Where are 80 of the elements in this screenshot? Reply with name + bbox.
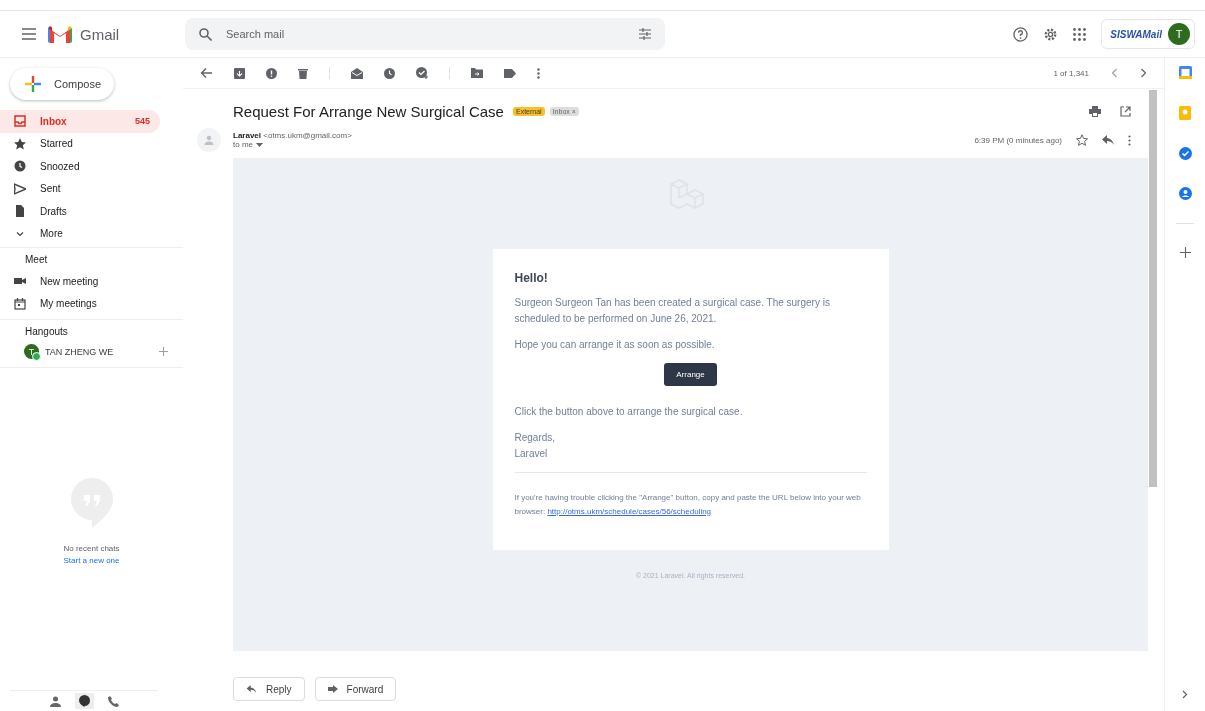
email-paragraph: Hope you can arrange it as soon as possible.	[514, 338, 716, 352]
search-icon	[199, 27, 212, 41]
sender-email: <otms.ukm@gmail.com>	[263, 131, 352, 140]
calendar-icon[interactable]	[1178, 66, 1192, 79]
phone-icon[interactable]	[107, 695, 119, 707]
apps-grid-icon[interactable]	[1073, 27, 1087, 41]
filter-icon[interactable]	[639, 28, 651, 40]
plus-icon	[24, 75, 42, 93]
nav-item[interactable]: My meetings	[0, 292, 160, 315]
reply-icon[interactable]	[1102, 135, 1114, 145]
signature-line: Regards,	[514, 431, 557, 445]
section-title: Meet	[24, 254, 49, 267]
move-to-folder-icon[interactable]	[471, 68, 483, 78]
nav-item[interactable]: New meeting	[0, 270, 160, 293]
timestamp: 6:39 PM (0 minutes ago)	[974, 135, 1062, 145]
reply-button[interactable]: Reply	[233, 677, 305, 701]
contact-avatar[interactable]: T	[24, 344, 39, 359]
delete-icon[interactable]	[298, 67, 308, 79]
nav-item[interactable]: Inbox 545	[0, 110, 160, 133]
person-icon[interactable]	[49, 695, 61, 707]
document-icon	[14, 205, 26, 218]
contact-name[interactable]: TAN ZHENG WE	[45, 346, 153, 357]
clock-icon[interactable]	[384, 67, 395, 79]
search-field[interactable]: Search mail	[185, 18, 665, 50]
reply-icon	[246, 685, 257, 693]
add-icon[interactable]	[1179, 247, 1191, 258]
send-icon	[14, 182, 26, 195]
person-icon[interactable]	[1178, 187, 1192, 200]
nav-item[interactable]: More	[0, 222, 160, 245]
forward-button[interactable]: Forward	[314, 677, 397, 701]
scrollbar[interactable]	[1149, 90, 1157, 487]
chevron-right-icon[interactable]	[1140, 68, 1147, 78]
start-chat-link[interactable]: Start a new one	[63, 556, 120, 565]
print-icon[interactable]	[1089, 106, 1101, 117]
envelope-icon[interactable]	[351, 67, 363, 79]
back-arrow-icon[interactable]	[200, 67, 212, 79]
email-subject: Request For Arrange New Surgical Case	[233, 103, 504, 120]
nav-item[interactable]: Drafts	[0, 200, 160, 223]
compose-button[interactable]: Compose	[10, 68, 114, 100]
more-options-icon[interactable]	[537, 67, 540, 79]
report-spam-icon[interactable]	[266, 67, 277, 79]
more-options-icon[interactable]	[1128, 134, 1131, 146]
star-icon[interactable]	[1076, 134, 1088, 146]
chevron-right-icon[interactable]	[1182, 690, 1188, 699]
nav-item[interactable]: Starred	[0, 132, 160, 155]
scheduling-link[interactable]: http://otms.ukm/schedule/cases/56/scheduling	[547, 506, 712, 516]
checkmark-icon[interactable]	[1178, 147, 1192, 160]
inbox-icon	[14, 115, 26, 128]
help-note: If you're having trouble clicking the "Arrange" button, copy and paste the URL below into your web browser: http://otms.ukm/schedule/cases/56/scheduling	[514, 492, 862, 518]
empty-chats-text: No recent chats	[63, 544, 120, 553]
calendar-icon	[14, 297, 26, 310]
app-name: Gmail	[80, 25, 120, 43]
signature-line: Laravel	[514, 447, 549, 461]
settings-icon[interactable]	[1043, 26, 1059, 42]
label-icon[interactable]	[504, 68, 516, 78]
open-new-window-icon[interactable]	[1120, 106, 1131, 117]
nav-item[interactable]: Sent	[0, 177, 160, 200]
email-paragraph: Click the button above to arrange the surgical case.	[514, 405, 744, 419]
section-title: Hangouts	[24, 326, 69, 339]
email-paragraph: Surgeon Surgeon Tan has been created a surgical case. The surgery is scheduled to be performed on June 26, 2021.	[514, 296, 831, 326]
add-task-icon[interactable]	[416, 67, 428, 79]
email-greeting: Hello!	[514, 271, 549, 285]
archive-icon[interactable]	[234, 67, 245, 79]
search-field[interactable]: Search mail	[224, 27, 627, 41]
recipient-dropdown[interactable]: to me	[233, 140, 263, 149]
person-icon	[204, 135, 214, 145]
forward-arrow-icon	[327, 685, 338, 693]
add-icon[interactable]	[159, 347, 168, 356]
nav-item[interactable]: Snoozed	[0, 155, 160, 178]
star-icon	[14, 137, 26, 150]
account-switcher[interactable]: SISWAMail T	[1101, 19, 1195, 49]
menu-icon[interactable]	[22, 28, 36, 40]
help-icon[interactable]	[1013, 26, 1029, 42]
clock-icon	[14, 160, 26, 173]
arrange-button[interactable]: Arrange	[664, 363, 717, 386]
sender-name: Laravel	[233, 131, 262, 140]
caret-icon	[256, 142, 263, 147]
mail-logo-icon	[48, 25, 72, 43]
chat-icon[interactable]	[78, 695, 90, 707]
pager-text: 1 of 1,341	[1053, 68, 1089, 78]
